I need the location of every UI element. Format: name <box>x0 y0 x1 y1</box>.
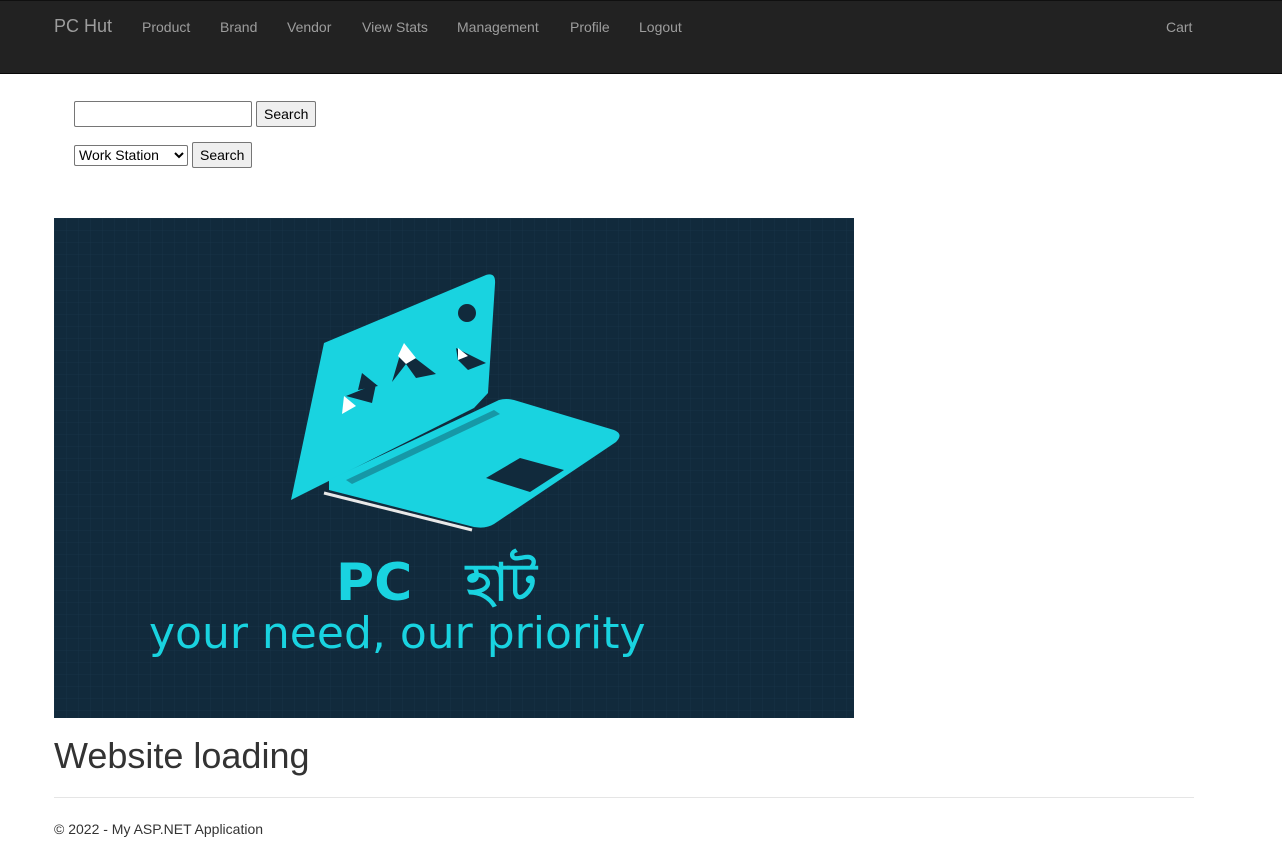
category-search-button[interactable]: Search <box>192 142 253 168</box>
brand-link[interactable]: PC Hut <box>54 16 112 37</box>
logo-title-bengali: হাট <box>464 549 538 613</box>
nav-management[interactable]: Management <box>457 19 539 35</box>
footer-text: © 2022 - My ASP.NET Application <box>54 821 264 837</box>
page-heading: Website loading <box>54 735 310 776</box>
nav-product[interactable]: Product <box>142 19 190 35</box>
search-area: Search Work Station Search <box>74 101 317 168</box>
text-search-row: Search <box>74 101 317 127</box>
nav-vendor[interactable]: Vendor <box>287 19 331 35</box>
nav-logout[interactable]: Logout <box>639 19 682 35</box>
category-search-row: Work Station Search <box>74 142 316 168</box>
nav-view-stats[interactable]: View Stats <box>362 19 428 35</box>
banner-image: PC হাট your need, our priority <box>54 218 854 718</box>
top-navbar: PC Hut Product Brand Vendor View Stats M… <box>0 0 1282 74</box>
logo-title-latin: PC <box>336 553 412 613</box>
nav-brand[interactable]: Brand <box>220 19 257 35</box>
search-input[interactable] <box>74 101 252 127</box>
logo-graphic: PC হাট your need, our priority <box>54 218 854 718</box>
nav-profile[interactable]: Profile <box>570 19 610 35</box>
category-select[interactable]: Work Station <box>74 144 188 166</box>
footer-divider <box>54 797 1194 798</box>
logo-tagline: your need, our priority <box>149 608 646 659</box>
search-button[interactable]: Search <box>256 101 317 127</box>
nav-cart[interactable]: Cart <box>1166 19 1192 35</box>
